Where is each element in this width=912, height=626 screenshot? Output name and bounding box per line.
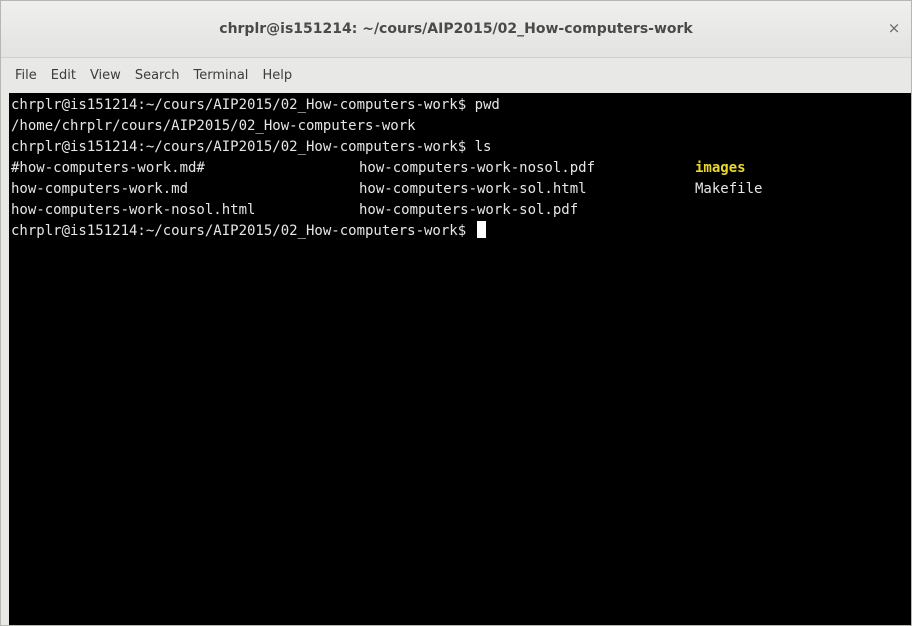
terminal-window: chrplr@is151214: ~/cours/AIP2015/02_How-… [0, 0, 912, 626]
ls-file: #how-computers-work.md# [11, 160, 205, 176]
terminal-line-prompt-ls: chrplr@is151214:~/cours/AIP2015/02_How-c… [11, 139, 492, 155]
title-bar[interactable]: chrplr@is151214: ~/cours/AIP2015/02_How-… [1, 1, 911, 58]
ls-file: Makefile [695, 181, 763, 197]
menu-file[interactable]: File [9, 63, 43, 88]
terminal-line-prompt-pwd: chrplr@is151214:~/cours/AIP2015/02_How-c… [11, 97, 500, 113]
menu-bar: File Edit View Search Terminal Help [1, 58, 911, 92]
window-title: chrplr@is151214: ~/cours/AIP2015/02_How-… [219, 21, 693, 37]
ls-row: how-computers-work-nosol.html how-comput… [11, 200, 911, 221]
menu-search[interactable]: Search [129, 63, 186, 88]
menu-terminal[interactable]: Terminal [187, 63, 254, 88]
menu-edit[interactable]: Edit [45, 63, 82, 88]
prompt-text: chrplr@is151214:~/cours/AIP2015/02_How-c… [11, 223, 475, 239]
ls-file: how-computers-work.md [11, 181, 189, 197]
menu-view[interactable]: View [84, 63, 127, 88]
terminal-line-pwd-output: /home/chrplr/cours/AIP2015/02_How-comput… [11, 118, 416, 134]
menu-help[interactable]: Help [256, 63, 298, 88]
ls-file: how-computers-work-sol.html [359, 181, 587, 197]
text-cursor [476, 221, 486, 238]
ls-file: how-computers-work-nosol.html [11, 202, 256, 218]
terminal-output: chrplr@is151214:~/cours/AIP2015/02_How-c… [11, 95, 911, 242]
ls-file: how-computers-work-sol.pdf [359, 202, 579, 218]
close-icon[interactable]: × [883, 17, 905, 39]
ls-row: how-computers-work.md how-computers-work… [11, 179, 911, 200]
ls-directory: images [695, 160, 746, 176]
ls-file: how-computers-work-nosol.pdf [359, 160, 596, 176]
terminal-area[interactable]: chrplr@is151214:~/cours/AIP2015/02_How-c… [9, 93, 911, 625]
terminal-line-prompt-current: chrplr@is151214:~/cours/AIP2015/02_How-c… [11, 221, 911, 242]
ls-row: #how-computers-work.md# how-computers-wo… [11, 158, 911, 179]
